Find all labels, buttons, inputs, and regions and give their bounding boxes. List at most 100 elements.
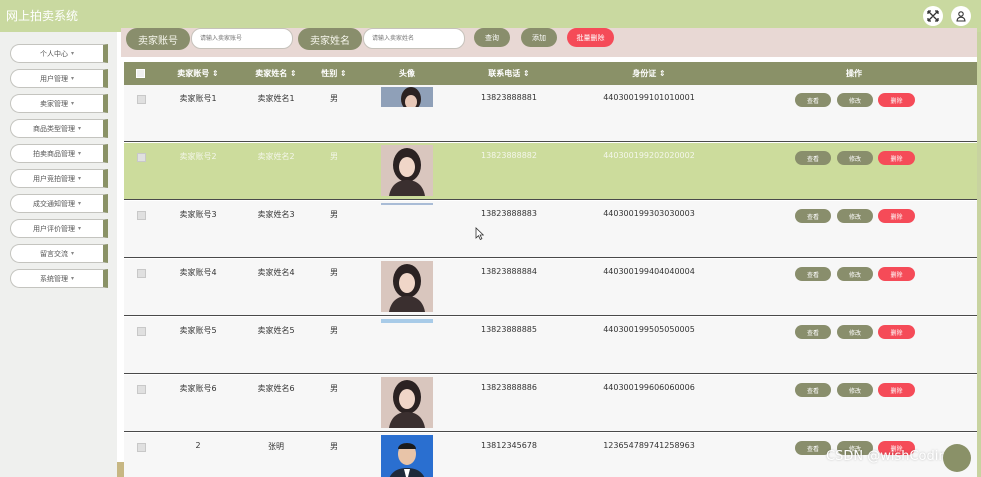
- cell-gender: 男: [330, 210, 338, 219]
- chevron-down-icon: ▾: [77, 200, 81, 207]
- user-icon[interactable]: [951, 6, 971, 26]
- name-label: 卖家姓名: [298, 28, 362, 50]
- view-button[interactable]: 查看: [795, 325, 831, 339]
- sidebar-item-messages[interactable]: 留言交流 ▾: [10, 244, 108, 263]
- row-checkbox[interactable]: [137, 385, 146, 394]
- delete-button[interactable]: 删除: [878, 267, 915, 281]
- column-header-account[interactable]: 卖家账号 ⇕: [162, 62, 234, 85]
- delete-button[interactable]: 删除: [878, 209, 915, 223]
- column-header-name[interactable]: 卖家姓名 ⇕: [240, 62, 312, 85]
- cell-name: 张明: [268, 442, 284, 451]
- sidebar-item-users[interactable]: 用户管理 ▾: [10, 69, 108, 88]
- cell-gender: 男: [330, 384, 338, 393]
- account-label: 卖家账号: [126, 28, 190, 50]
- sidebar-item-label: 系统管理: [39, 274, 68, 283]
- cell-phone: 13823888886: [481, 383, 537, 392]
- avatar: [381, 145, 433, 196]
- cell-account: 卖家账号2: [179, 152, 217, 161]
- avatar: [381, 319, 433, 323]
- sidebar-item-sellers[interactable]: 卖家管理 ▾: [10, 94, 108, 113]
- table-header: 卖家账号 ⇕ 卖家姓名 ⇕ 性别 ⇕ 头像 联系电话 ⇕ 身份证 ⇕ 操作: [124, 62, 977, 85]
- sidebar-item-deal-notices[interactable]: 成交通知管理 ▾: [10, 194, 108, 213]
- edit-button[interactable]: 修改: [837, 267, 873, 281]
- watermark: CSDN @wishCoding: [826, 449, 955, 464]
- delete-button[interactable]: 删除: [878, 151, 915, 165]
- row-checkbox[interactable]: [137, 95, 146, 104]
- cell-phone: 13823888882: [481, 151, 537, 160]
- column-header-actions: 操作: [846, 69, 862, 78]
- fullscreen-icon[interactable]: [923, 6, 943, 26]
- view-button[interactable]: 查看: [795, 151, 831, 165]
- row-checkbox[interactable]: [137, 153, 146, 162]
- account-search-input[interactable]: [191, 28, 293, 49]
- table-row[interactable]: 卖家账号3 卖家姓名3 男 13823888883 440300199303030003…: [124, 201, 977, 258]
- row-checkbox[interactable]: [137, 269, 146, 278]
- delete-button[interactable]: 删除: [878, 325, 915, 339]
- main-content: 卖家账号 卖家姓名 查询 添加 批量删除 卖家账号 ⇕ 卖家姓名 ⇕ 性别 ⇕ …: [117, 28, 977, 477]
- cell-account: 卖家账号1: [179, 94, 217, 103]
- sidebar-item-system[interactable]: 系统管理 ▾: [10, 269, 108, 288]
- table-row[interactable]: 卖家账号6 卖家姓名6 男 13823888886 440300199606060006…: [124, 375, 977, 432]
- row-checkbox[interactable]: [137, 443, 146, 452]
- sidebar-item-label: 成交通知管理: [32, 199, 75, 208]
- column-header-phone[interactable]: 联系电话 ⇕: [469, 62, 549, 85]
- table-row[interactable]: 卖家账号1 卖家姓名1 男 13823888881 440300199101010001…: [124, 85, 977, 142]
- cell-phone: 13823888883: [481, 209, 537, 218]
- sidebar-item-label: 用户管理: [39, 74, 68, 83]
- app-title: 网上拍卖系统: [6, 9, 79, 23]
- view-button[interactable]: 查看: [795, 209, 831, 223]
- edit-button[interactable]: 修改: [837, 325, 873, 339]
- avatar: [381, 377, 433, 428]
- table-row[interactable]: 卖家账号5 卖家姓名5 男 13823888885 440300199505050005…: [124, 317, 977, 374]
- sidebar-item-user-reviews[interactable]: 用户评价管理 ▾: [10, 219, 108, 238]
- chevron-down-icon: ▾: [70, 250, 74, 257]
- sidebar-item-product-types[interactable]: 商品类型管理 ▾: [10, 119, 108, 138]
- table-row[interactable]: 卖家账号2 卖家姓名2 男 13823888882 440300199202020002…: [124, 143, 977, 200]
- avatar: [381, 203, 433, 205]
- scroll-top-button[interactable]: [943, 444, 971, 472]
- query-button[interactable]: 查询: [474, 28, 510, 47]
- cell-account: 卖家账号5: [179, 326, 217, 335]
- table-row[interactable]: 卖家账号4 卖家姓名4 男 13823888884 440300199404040004…: [124, 259, 977, 316]
- cell-gender: 男: [330, 326, 338, 335]
- batch-delete-button[interactable]: 批量删除: [567, 28, 614, 47]
- cell-phone: 13823888881: [481, 93, 537, 102]
- edit-button[interactable]: 修改: [837, 383, 873, 397]
- chevron-down-icon: ▾: [77, 225, 81, 232]
- cell-id-card: 440300199404040004: [603, 267, 695, 276]
- chevron-down-icon: ▾: [70, 50, 74, 57]
- cell-account: 卖家账号4: [179, 268, 217, 277]
- column-header-id-card[interactable]: 身份证 ⇕: [594, 62, 704, 85]
- sidebar-item-personal-center[interactable]: 个人中心 ▾: [10, 44, 108, 63]
- view-button[interactable]: 查看: [795, 383, 831, 397]
- cell-id-card: 123654789741258963: [603, 441, 695, 450]
- row-checkbox[interactable]: [137, 211, 146, 220]
- avatar: [381, 435, 433, 477]
- edit-button[interactable]: 修改: [837, 151, 873, 165]
- chevron-down-icon: ▾: [77, 150, 81, 157]
- view-button[interactable]: 查看: [795, 93, 831, 107]
- view-button[interactable]: 查看: [795, 267, 831, 281]
- cell-name: 卖家姓名6: [257, 384, 295, 393]
- cell-gender: 男: [330, 268, 338, 277]
- cell-id-card: 440300199202020002: [603, 151, 695, 160]
- edit-button[interactable]: 修改: [837, 93, 873, 107]
- cell-name: 卖家姓名2: [257, 152, 295, 161]
- sidebar: 个人中心 ▾ 用户管理 ▾ 卖家管理 ▾ 商品类型管理 ▾ 拍卖商品管理 ▾ 用户竞拍管理…: [0, 32, 117, 477]
- mouse-cursor-icon: [475, 227, 484, 240]
- add-button[interactable]: 添加: [521, 28, 557, 47]
- delete-button[interactable]: 删除: [878, 383, 915, 397]
- cell-phone: 13812345678: [481, 441, 537, 450]
- cell-account: 2: [195, 441, 201, 450]
- sidebar-item-auction-products[interactable]: 拍卖商品管理 ▾: [10, 144, 108, 163]
- edit-button[interactable]: 修改: [837, 209, 873, 223]
- name-search-input[interactable]: [363, 28, 465, 49]
- sidebar-item-label: 用户评价管理: [32, 224, 75, 233]
- avatar: [381, 87, 433, 107]
- sidebar-item-user-bids[interactable]: 用户竞拍管理 ▾: [10, 169, 108, 188]
- select-all-checkbox[interactable]: [136, 69, 145, 78]
- column-header-gender[interactable]: 性别 ⇕: [312, 62, 356, 85]
- delete-button[interactable]: 删除: [878, 93, 915, 107]
- sidebar-item-label: 商品类型管理: [32, 124, 75, 133]
- row-checkbox[interactable]: [137, 327, 146, 336]
